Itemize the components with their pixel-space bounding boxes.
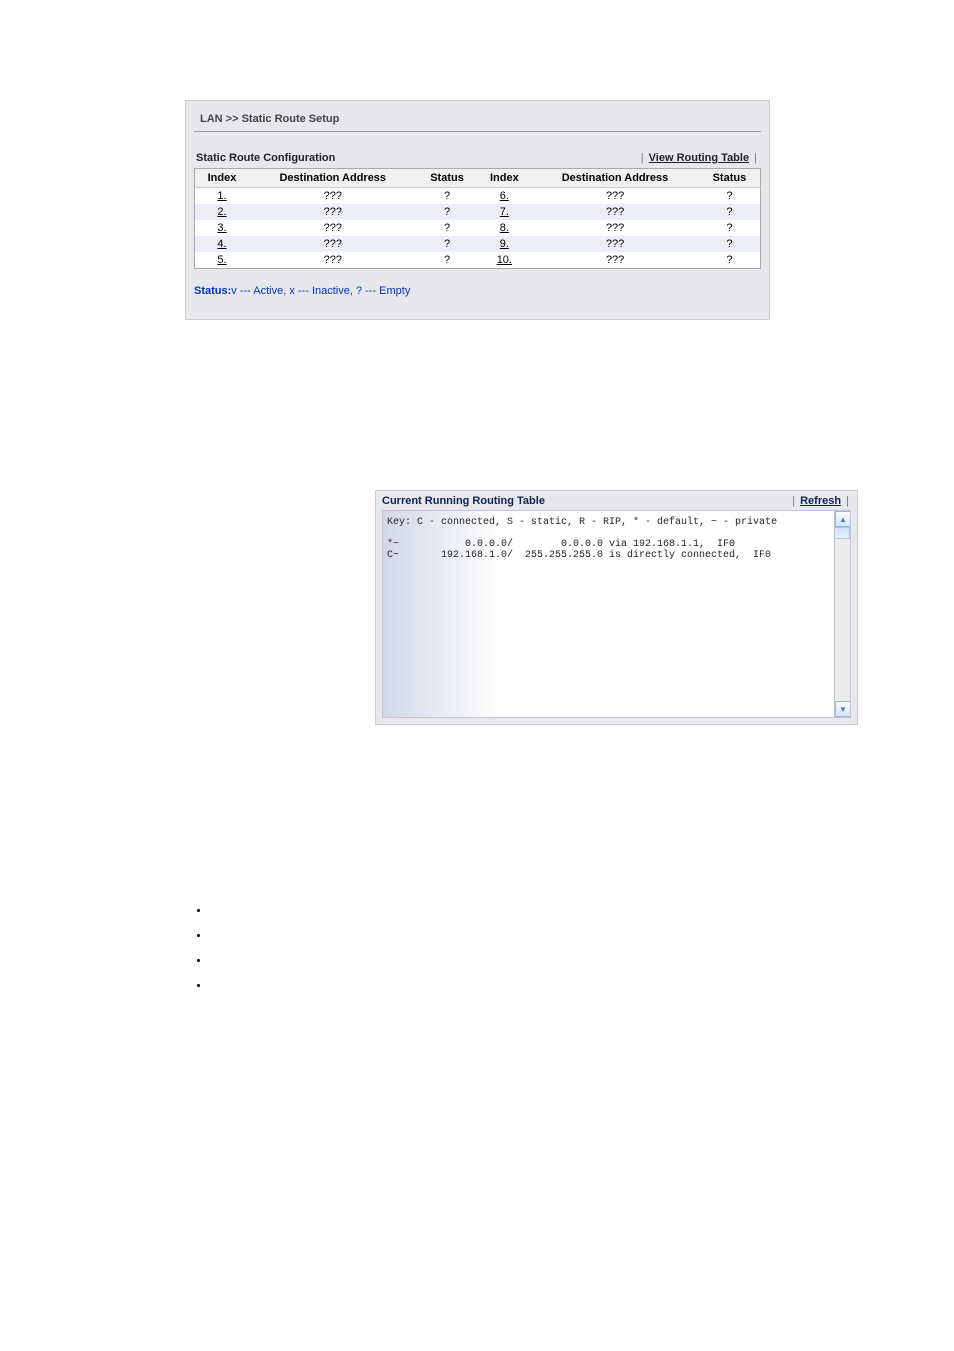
static-route-table: Index Destination Address Status Index D…	[194, 168, 761, 269]
list-item	[210, 905, 954, 916]
separator: |	[846, 495, 849, 507]
route-index-link[interactable]: 9.	[500, 238, 509, 250]
list-item	[210, 930, 954, 941]
routing-table-content: Key: C - connected, S - static, R - RIP,…	[383, 511, 834, 567]
table-row: 1.???? 6.????	[195, 188, 761, 205]
separator: |	[641, 152, 644, 164]
list-item	[210, 980, 954, 991]
col-dest: Destination Address	[531, 169, 699, 188]
dest-cell: ???	[531, 236, 699, 252]
dest-cell: ???	[249, 204, 417, 220]
dest-cell: ???	[249, 252, 417, 269]
dest-cell: ???	[249, 188, 417, 205]
panel-title: Static Route Configuration	[196, 152, 335, 164]
running-routing-panel: Current Running Routing Table | Refresh …	[375, 490, 858, 725]
status-cell: ?	[417, 252, 478, 269]
dest-cell: ???	[531, 220, 699, 236]
dest-cell: ???	[531, 204, 699, 220]
list-item	[210, 955, 954, 966]
table-row: 4.???? 9.????	[195, 236, 761, 252]
status-legend-text: v --- Active, x --- Inactive, ? --- Empt…	[231, 285, 410, 297]
table-row: 5.???? 10.????	[195, 252, 761, 269]
status-cell: ?	[699, 252, 761, 269]
separator: |	[792, 495, 795, 507]
scroll-down-icon[interactable]: ▼	[835, 701, 851, 717]
dest-cell: ???	[249, 220, 417, 236]
status-legend: Status:v --- Active, x --- Inactive, ? -…	[194, 285, 761, 319]
breadcrumb: LAN >> Static Route Setup	[194, 111, 761, 132]
panel2-title: Current Running Routing Table	[382, 495, 545, 507]
col-status: Status	[699, 169, 761, 188]
status-cell: ?	[699, 204, 761, 220]
separator: |	[754, 152, 757, 164]
col-status: Status	[417, 169, 478, 188]
status-cell: ?	[417, 204, 478, 220]
route-index-link[interactable]: 1.	[217, 190, 226, 202]
scroll-thumb[interactable]	[834, 527, 850, 539]
col-index: Index	[195, 169, 249, 188]
col-index: Index	[477, 169, 531, 188]
route-index-link[interactable]: 7.	[500, 206, 509, 218]
route-index-link[interactable]: 4.	[217, 238, 226, 250]
dest-cell: ???	[531, 188, 699, 205]
panel2-titlebar: Current Running Routing Table | Refresh …	[376, 495, 857, 510]
route-index-link[interactable]: 6.	[500, 190, 509, 202]
scrollbar[interactable]: ▲ ▼	[834, 511, 850, 717]
view-routing-table-link[interactable]: View Routing Table	[649, 152, 749, 164]
route-index-link[interactable]: 8.	[500, 222, 509, 234]
route-index-link[interactable]: 10.	[497, 254, 512, 266]
scroll-up-icon[interactable]: ▲	[835, 511, 851, 527]
refresh-link[interactable]: Refresh	[800, 495, 841, 507]
panel-titlebar: Static Route Configuration | View Routin…	[194, 152, 761, 168]
table-row: 2.???? 7.????	[195, 204, 761, 220]
bullet-list	[190, 905, 954, 991]
route-index-link[interactable]: 2.	[217, 206, 226, 218]
table-row: 3.???? 8.????	[195, 220, 761, 236]
status-legend-label: Status:	[194, 285, 231, 297]
status-cell: ?	[417, 220, 478, 236]
dest-cell: ???	[531, 252, 699, 269]
col-dest: Destination Address	[249, 169, 417, 188]
route-index-link[interactable]: 3.	[217, 222, 226, 234]
static-route-panel: LAN >> Static Route Setup Static Route C…	[185, 100, 770, 320]
status-cell: ?	[699, 188, 761, 205]
status-cell: ?	[699, 220, 761, 236]
routing-table-area: Key: C - connected, S - static, R - RIP,…	[382, 510, 851, 718]
dest-cell: ???	[249, 236, 417, 252]
route-index-link[interactable]: 5.	[217, 254, 226, 266]
status-cell: ?	[417, 188, 478, 205]
status-cell: ?	[417, 236, 478, 252]
status-cell: ?	[699, 236, 761, 252]
